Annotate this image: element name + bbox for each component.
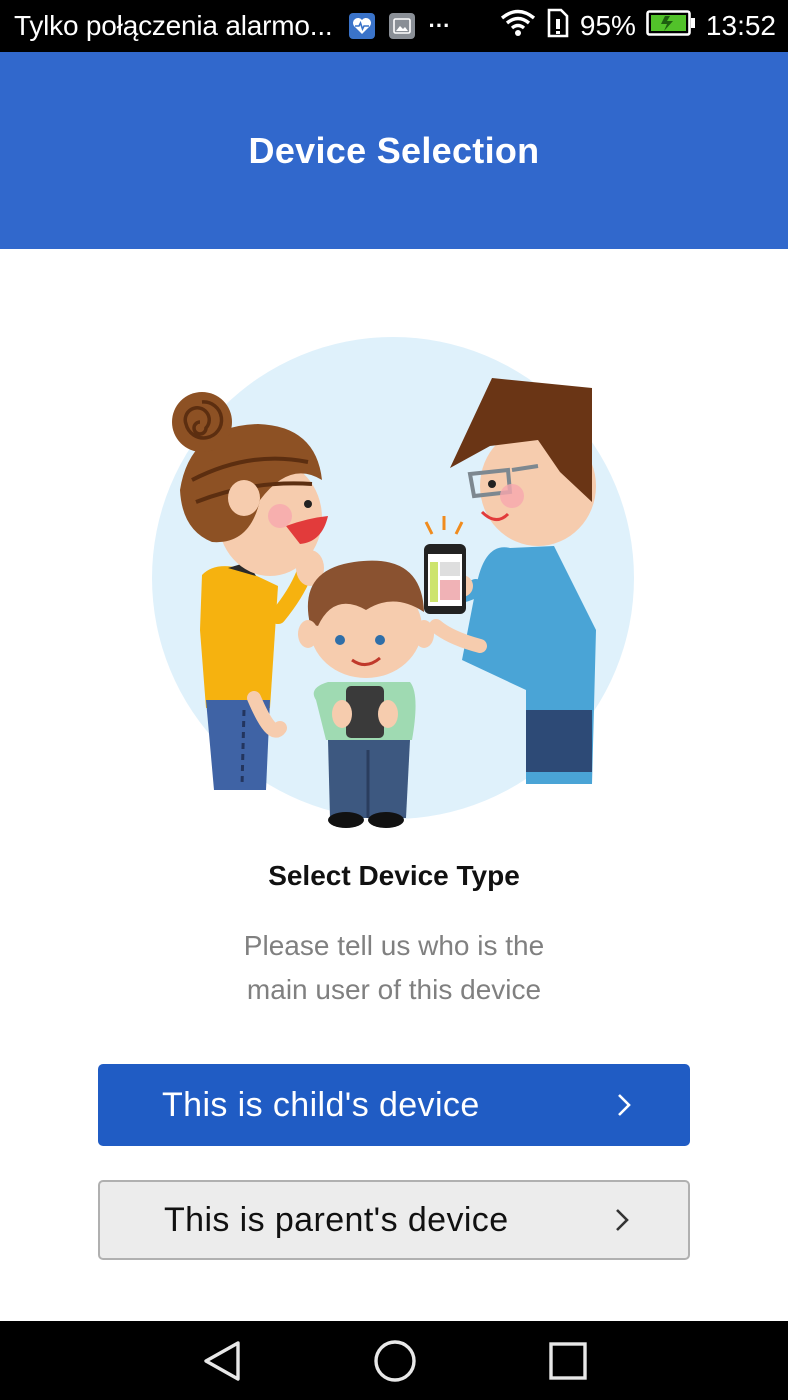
back-icon[interactable] <box>200 1339 244 1383</box>
parent-device-button[interactable]: This is parent's device <box>98 1180 690 1260</box>
app-bar: Device Selection <box>0 52 788 249</box>
health-app-icon <box>348 13 375 39</box>
battery-icon <box>646 9 696 43</box>
chevron-right-icon <box>614 1090 634 1120</box>
navigation-bar <box>0 1321 788 1400</box>
home-icon[interactable] <box>373 1339 417 1383</box>
child-device-button[interactable]: This is child's device <box>98 1064 690 1146</box>
clock: 13:52 <box>705 10 776 41</box>
notification-text: Tylko połączenia alarmo... <box>14 10 333 41</box>
subtitle-line-2: main user of this device <box>246 974 542 1005</box>
family-illustration <box>140 330 650 830</box>
sim-icon <box>546 8 570 45</box>
recents-icon[interactable] <box>546 1339 590 1383</box>
section-heading: Select Device Type <box>268 860 520 891</box>
page-title: Device Selection <box>248 129 540 171</box>
child-device-label: This is child's device <box>162 1085 480 1124</box>
overflow-dots: ··· <box>428 13 451 38</box>
notification-icons: ··· <box>348 13 451 39</box>
status-bar: Tylko połączenia alarmo... ··· 95% 13:52 <box>0 0 788 52</box>
subtitle-line-1: Please tell us who is the <box>243 930 545 961</box>
chevron-right-icon <box>612 1205 632 1235</box>
wifi-icon <box>500 9 536 44</box>
parent-device-label: This is parent's device <box>164 1200 509 1239</box>
system-status: 95% 13:52 <box>500 8 776 45</box>
section-subtitle: Please tell us who is the main user of t… <box>0 924 788 1012</box>
battery-percent: 95% <box>579 10 636 41</box>
gallery-icon <box>388 13 415 39</box>
